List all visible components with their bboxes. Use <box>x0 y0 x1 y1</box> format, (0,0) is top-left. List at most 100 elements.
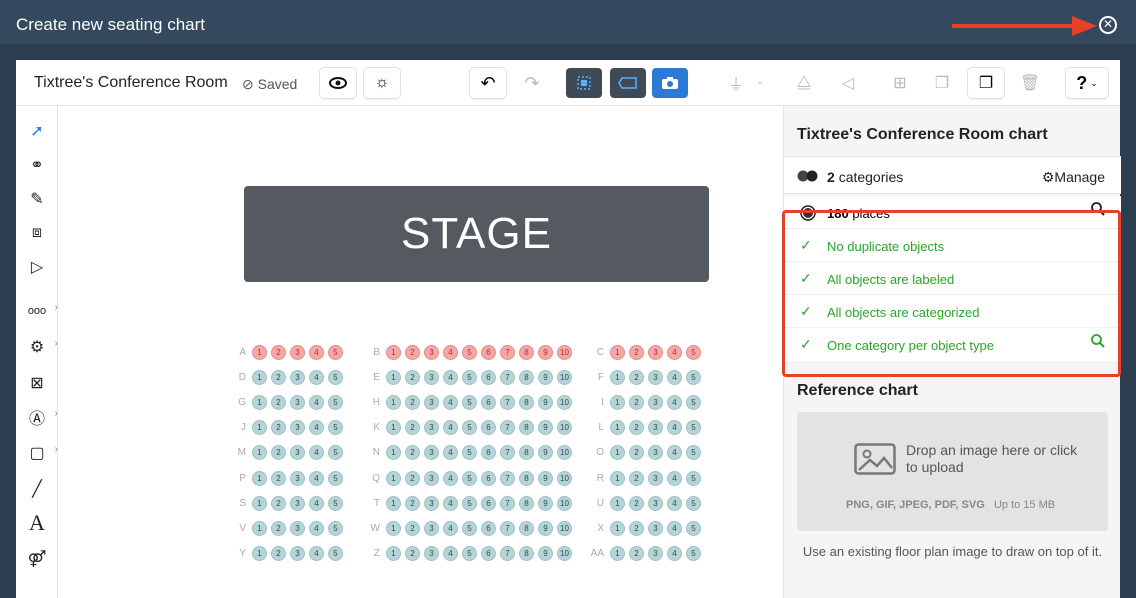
seat[interactable]: 9 <box>538 369 553 385</box>
seat[interactable]: 3 <box>424 420 439 436</box>
seat[interactable]: 1 <box>252 546 267 562</box>
seat[interactable]: 4 <box>309 445 324 461</box>
seat[interactable]: 5 <box>328 394 343 410</box>
seat[interactable]: 5 <box>686 394 701 410</box>
brush-tool-icon[interactable]: ✎ <box>24 186 50 212</box>
delete-button[interactable]: 🗑 <box>1012 68 1048 98</box>
seat[interactable]: 10 <box>557 445 572 461</box>
seat[interactable]: 2 <box>629 520 644 536</box>
seat[interactable]: 1 <box>386 420 401 436</box>
seat[interactable]: 5 <box>328 495 343 511</box>
seat[interactable]: 9 <box>538 495 553 511</box>
seat[interactable]: 4 <box>667 470 682 486</box>
seat[interactable]: 4 <box>443 344 458 360</box>
seat[interactable]: 3 <box>290 546 305 562</box>
seat[interactable]: 5 <box>686 445 701 461</box>
seat[interactable]: 5 <box>462 344 477 360</box>
seat[interactable]: 3 <box>424 470 439 486</box>
seat[interactable]: 3 <box>290 344 305 360</box>
seat[interactable]: 2 <box>271 369 286 385</box>
seat[interactable]: 3 <box>290 394 305 410</box>
seat-row[interactable]: F12345 <box>586 369 705 385</box>
seat[interactable]: 4 <box>309 546 324 562</box>
seat[interactable]: 5 <box>462 520 477 536</box>
seat[interactable]: 7 <box>500 420 515 436</box>
seat[interactable]: 10 <box>557 420 572 436</box>
seat[interactable]: 3 <box>290 520 305 536</box>
seat[interactable]: 1 <box>252 420 267 436</box>
preview-button[interactable] <box>320 68 356 98</box>
text-tool-icon[interactable]: A <box>24 510 50 536</box>
seat-row[interactable]: G12345 <box>228 394 347 410</box>
seat[interactable]: 10 <box>557 495 572 511</box>
seat-row[interactable]: AA 1 2 3 4 5 <box>586 546 705 562</box>
seat[interactable]: 2 <box>629 470 644 486</box>
pointer-tool-icon[interactable]: ➚ <box>24 118 50 144</box>
seat[interactable]: 9 <box>538 546 553 562</box>
seat[interactable]: 3 <box>290 369 305 385</box>
seat[interactable]: 1 <box>252 369 267 385</box>
seat[interactable]: 1 <box>610 369 625 385</box>
seat[interactable]: 6 <box>481 344 496 360</box>
seat[interactable]: 1 <box>610 394 625 410</box>
seat[interactable]: 4 <box>443 495 458 511</box>
seat[interactable]: 10 <box>557 344 572 360</box>
undo-button[interactable]: ↶ <box>470 68 506 98</box>
seat-row[interactable]: V12345 <box>228 520 347 536</box>
seat[interactable]: 5 <box>686 495 701 511</box>
seat[interactable]: 2 <box>271 344 286 360</box>
seat-row[interactable]: Y12345 <box>228 546 347 562</box>
seat[interactable]: 5 <box>328 344 343 360</box>
seat[interactable]: 7 <box>500 470 515 486</box>
seat[interactable]: 1 <box>252 344 267 360</box>
seat[interactable]: 4 <box>309 520 324 536</box>
add-object-button[interactable]: ⊞ <box>882 68 918 98</box>
seat[interactable]: 7 <box>500 520 515 536</box>
seat[interactable]: 3 <box>648 369 663 385</box>
seat-row[interactable]: D12345 <box>228 369 347 385</box>
seat[interactable]: 5 <box>328 520 343 536</box>
seat[interactable]: 2 <box>271 394 286 410</box>
manage-button[interactable]: ⚙Manage <box>1042 169 1105 186</box>
row-tool-icon[interactable]: ooo › <box>24 298 58 324</box>
node-tool-icon[interactable]: ▷ <box>24 254 50 280</box>
seat[interactable]: 3 <box>648 420 663 436</box>
seat[interactable]: 6 <box>481 470 496 486</box>
seat[interactable]: 5 <box>462 445 477 461</box>
seat[interactable]: 3 <box>424 520 439 536</box>
chart-canvas[interactable]: STAGE A12345D12345G12345J12345M12345P123… <box>58 106 783 598</box>
seat-row[interactable]: C12345 <box>586 344 705 360</box>
seat[interactable]: 2 <box>629 420 644 436</box>
seat[interactable]: 5 <box>686 546 701 562</box>
seat[interactable]: 5 <box>462 369 477 385</box>
seat[interactable]: 2 <box>405 520 420 536</box>
seat[interactable]: 3 <box>290 445 305 461</box>
seat[interactable]: 1 <box>386 369 401 385</box>
seat[interactable]: 3 <box>424 445 439 461</box>
seat[interactable]: 6 <box>481 369 496 385</box>
seat[interactable]: 5 <box>686 520 701 536</box>
seat[interactable]: 2 <box>271 520 286 536</box>
seat[interactable]: 8 <box>519 470 534 486</box>
seat[interactable]: 7 <box>500 495 515 511</box>
seat-row[interactable]: R12345 <box>586 470 705 486</box>
seat[interactable]: 2 <box>271 546 286 562</box>
seat[interactable]: 6 <box>481 394 496 410</box>
seat[interactable]: 8 <box>519 546 534 562</box>
seat[interactable]: 8 <box>519 394 534 410</box>
copy-button[interactable]: ❐ <box>924 68 960 98</box>
seat[interactable]: 10 <box>557 546 572 562</box>
seat[interactable]: 2 <box>629 445 644 461</box>
seat[interactable]: 1 <box>386 445 401 461</box>
stage[interactable]: STAGE <box>244 186 709 282</box>
seat-row[interactable]: B 1 2 3 4 5 6 7 8 9 10 <box>362 344 576 360</box>
seat[interactable]: 3 <box>424 495 439 511</box>
seat[interactable]: 1 <box>610 546 625 562</box>
seat-row[interactable]: I12345 <box>586 394 705 410</box>
seat[interactable]: 1 <box>386 394 401 410</box>
restroom-tool-icon[interactable]: ⚤ <box>24 546 50 572</box>
seat[interactable]: 2 <box>629 344 644 360</box>
seat[interactable]: 3 <box>648 394 663 410</box>
seat[interactable]: 3 <box>424 546 439 562</box>
seat[interactable]: 6 <box>481 420 496 436</box>
